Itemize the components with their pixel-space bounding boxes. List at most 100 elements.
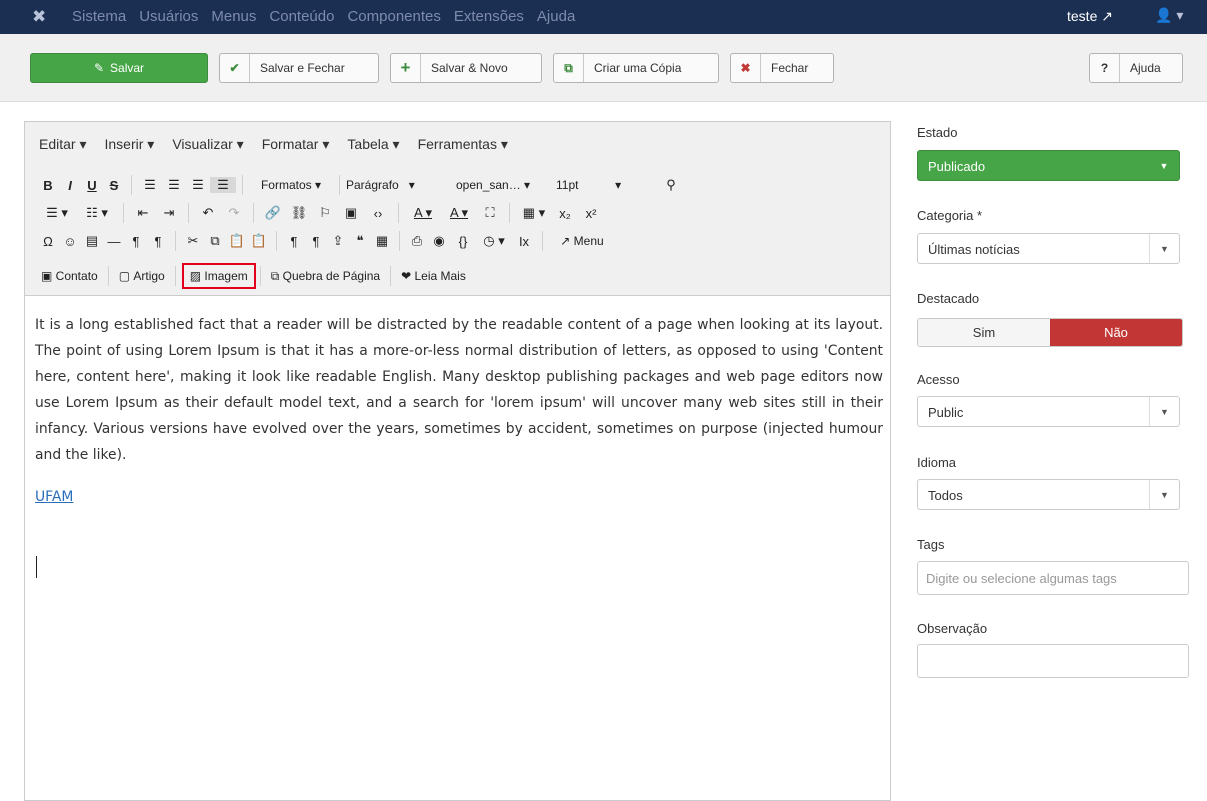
- close-button[interactable]: ✖ Fechar: [730, 53, 834, 83]
- menu-button-label: Menu: [573, 234, 604, 248]
- size-dropdown[interactable]: 11pt ▾: [556, 178, 660, 192]
- nao-button[interactable]: Não: [1050, 319, 1182, 346]
- categoria-select[interactable]: Últimas notícias ▼: [917, 233, 1180, 264]
- horizontal-line-icon[interactable]: —: [103, 234, 125, 249]
- site-name: teste: [1067, 8, 1098, 24]
- menu-visualizar[interactable]: Visualizar ▾: [172, 136, 243, 153]
- menu-editar-label: Editar: [39, 136, 76, 152]
- divider: [339, 175, 340, 195]
- rtl-icon[interactable]: ¶: [147, 234, 169, 249]
- tags-input[interactable]: Digite ou selecione algumas tags: [917, 561, 1189, 595]
- ltr-icon[interactable]: ¶: [125, 234, 147, 249]
- preview-icon[interactable]: ◉: [428, 233, 450, 249]
- background-color-icon[interactable]: A ▾: [441, 205, 477, 221]
- idioma-select[interactable]: Todos ▼: [917, 479, 1180, 510]
- menu-ferramentas[interactable]: Ferramentas ▾: [418, 136, 508, 153]
- toolbar-row-2: ☰ ▾ ☷ ▾ ⇤ ⇥ ↶ ↷ 🔗 ⛓ ⚐ ▣ ‹› A ▾ A ▾ ⛶ ▦ ▾…: [37, 201, 604, 225]
- article-button[interactable]: ▢ Artigo: [115, 269, 169, 283]
- formats-dropdown[interactable]: Formatos ▾: [249, 178, 333, 192]
- copy-icon[interactable]: ⧉: [204, 233, 226, 249]
- menu-inserir[interactable]: Inserir ▾: [105, 136, 155, 153]
- fullscreen-icon[interactable]: ⛶: [477, 205, 503, 221]
- menu-formatar[interactable]: Formatar ▾: [262, 136, 330, 153]
- align-left-icon[interactable]: ☰: [138, 177, 162, 193]
- observacao-input[interactable]: [917, 644, 1189, 678]
- redo-icon[interactable]: ↷: [221, 205, 247, 221]
- code-icon[interactable]: ‹›: [364, 206, 392, 221]
- table-icon[interactable]: ▦ ▾: [516, 205, 552, 221]
- divider: [242, 175, 243, 195]
- contact-button[interactable]: ▣ Contato: [37, 269, 102, 283]
- divider: [107, 266, 109, 286]
- numbered-list-icon[interactable]: ☷ ▾: [77, 205, 117, 221]
- content-link[interactable]: UFAM: [35, 489, 73, 505]
- show-blocks-icon[interactable]: ¶: [305, 234, 327, 249]
- paragraph-label: Parágrafo: [346, 178, 399, 192]
- menu-sistema[interactable]: Sistema: [72, 8, 126, 25]
- bullet-list-icon[interactable]: ☰ ▾: [37, 205, 77, 221]
- bold-icon[interactable]: B: [37, 178, 59, 193]
- paste-icon[interactable]: 📋: [226, 233, 248, 249]
- menu-extensoes[interactable]: Extensões: [454, 8, 524, 25]
- menu-button[interactable]: ↗ Menu: [549, 234, 615, 248]
- read-more-button[interactable]: ❤ Leia Mais: [397, 269, 470, 283]
- print-icon[interactable]: ⎙: [406, 233, 428, 249]
- menu-usuarios[interactable]: Usuários: [139, 8, 198, 25]
- special-character-icon[interactable]: Ω: [37, 234, 59, 249]
- anchor-icon[interactable]: ⚐: [312, 205, 338, 221]
- sim-button[interactable]: Sim: [918, 319, 1050, 346]
- find-icon[interactable]: ⚲: [660, 177, 682, 193]
- strikethrough-icon[interactable]: S: [103, 178, 125, 193]
- align-center-icon[interactable]: ☰: [162, 177, 186, 193]
- template-icon[interactable]: ▦: [371, 233, 393, 249]
- image-button[interactable]: ▨ Imagem: [181, 263, 256, 289]
- clear-formatting-icon[interactable]: Ix: [512, 234, 536, 249]
- external-link-icon: ↗: [1101, 8, 1113, 24]
- site-link[interactable]: teste ↗: [1067, 8, 1113, 25]
- cut-icon[interactable]: ✂: [182, 233, 204, 249]
- idioma-label: Idioma: [917, 455, 957, 470]
- editor-menubar: Editar ▾ Inserir ▾ Visualizar ▾ Formatar…: [39, 136, 508, 153]
- save-new-button[interactable]: + Salvar & Novo: [390, 53, 542, 83]
- code-sample-icon[interactable]: {}: [450, 234, 476, 249]
- unlink-icon[interactable]: ⛓: [286, 205, 312, 221]
- blockquote-icon[interactable]: ❝: [349, 233, 371, 249]
- paste-text-icon[interactable]: 📋: [248, 233, 270, 249]
- italic-icon[interactable]: I: [59, 178, 81, 193]
- user-icon[interactable]: 👤 ▾: [1155, 7, 1183, 24]
- emoticons-icon[interactable]: ☺: [59, 234, 81, 249]
- joomla-icon[interactable]: ✖: [32, 7, 46, 27]
- save-close-button[interactable]: ✔ Salvar e Fechar: [219, 53, 379, 83]
- media-icon[interactable]: ▤: [81, 233, 103, 249]
- outdent-icon[interactable]: ⇤: [130, 205, 156, 221]
- paragraph-icon[interactable]: ¶: [283, 234, 305, 249]
- align-right-icon[interactable]: ☰: [186, 177, 210, 193]
- upload-icon[interactable]: ⇪: [327, 233, 349, 249]
- menu-componentes[interactable]: Componentes: [347, 8, 440, 25]
- copy-icon: ⧉: [554, 54, 584, 82]
- editor-content[interactable]: It is a long established fact that a rea…: [35, 312, 883, 510]
- menu-editar[interactable]: Editar ▾: [39, 136, 87, 153]
- text-color-icon[interactable]: A ▾: [405, 205, 441, 221]
- menu-menus[interactable]: Menus: [211, 8, 256, 25]
- font-dropdown[interactable]: open_san… ▾: [456, 178, 556, 192]
- indent-icon[interactable]: ⇥: [156, 205, 182, 221]
- estado-select[interactable]: Publicado ▼: [917, 150, 1180, 181]
- undo-icon[interactable]: ↶: [195, 205, 221, 221]
- paragraph-dropdown[interactable]: Parágrafo ▾: [346, 178, 456, 192]
- help-button[interactable]: ? Ajuda: [1089, 53, 1183, 83]
- save-button[interactable]: ✎ Salvar: [30, 53, 208, 83]
- underline-icon[interactable]: U: [81, 178, 103, 193]
- page-break-button[interactable]: ⧉ Quebra de Página: [267, 269, 384, 284]
- align-justify-icon[interactable]: ☰: [210, 177, 236, 193]
- subscript-icon[interactable]: x₂: [552, 206, 578, 221]
- menu-conteudo[interactable]: Conteúdo: [269, 8, 334, 25]
- link-icon[interactable]: 🔗: [260, 205, 286, 221]
- image-icon[interactable]: ▣: [338, 205, 364, 221]
- insert-time-icon[interactable]: ◷ ▾: [476, 233, 512, 249]
- menu-tabela[interactable]: Tabela ▾: [347, 136, 399, 153]
- acesso-select[interactable]: Public ▼: [917, 396, 1180, 427]
- superscript-icon[interactable]: x²: [578, 206, 604, 221]
- menu-ajuda[interactable]: Ajuda: [537, 8, 575, 25]
- copy-button[interactable]: ⧉ Criar uma Cópia: [553, 53, 719, 83]
